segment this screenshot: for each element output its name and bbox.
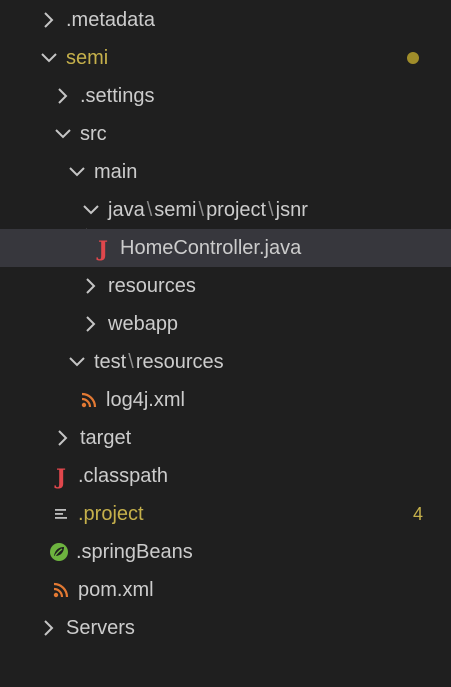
file-explorer-tree: .metadata semi .settings src main java \… [0,0,451,687]
tree-item-java-package[interactable]: java \ semi \ project \ jsnr [0,191,451,229]
path-segment[interactable]: java [108,199,145,221]
tree-item-label: resources [108,275,196,297]
path-separator: \ [268,199,274,221]
chevron-right-icon [80,313,102,335]
chevron-down-icon [38,47,60,69]
path-segment[interactable]: project [206,199,266,221]
tree-item-project[interactable]: .project 4 [0,495,451,533]
tree-item-metadata[interactable]: .metadata [0,1,451,39]
path-segment[interactable]: semi [154,199,196,221]
chevron-right-icon [38,617,60,639]
tree-item-label: .project [78,503,144,525]
tree-item-test-resources[interactable]: test \ resources [0,343,451,381]
tree-item-classpath[interactable]: J .classpath [0,457,451,495]
chevron-down-icon [80,199,102,221]
tree-item-springbeans[interactable]: .springBeans [0,533,451,571]
path-segment[interactable]: test [94,351,126,373]
path-separator: \ [128,351,134,373]
tree-item-resources[interactable]: resources [0,267,451,305]
tree-item-label: main [94,161,138,183]
tree-item-label: webapp [108,313,179,335]
text-lines-icon [50,503,72,525]
tree-item-pom-xml[interactable]: pom.xml [0,571,451,609]
chevron-right-icon [80,275,102,297]
chevron-down-icon [52,123,74,145]
java-file-icon: J [98,235,108,261]
chevron-right-icon [52,85,74,107]
path-separator: \ [146,199,153,221]
tree-item-servers[interactable]: Servers [0,609,451,647]
xml-rss-icon [78,389,100,411]
tree-item-label: test \ resources [94,343,224,381]
tree-item-label: pom.xml [78,579,154,601]
tree-item-src[interactable]: src [0,115,451,153]
chevron-right-icon [38,9,60,31]
xml-rss-icon [50,579,72,601]
path-separator: \ [198,199,205,221]
tree-item-webapp[interactable]: webapp [0,305,451,343]
tree-item-log4j-xml[interactable]: log4j.xml [0,381,451,419]
tree-item-label: .springBeans [76,541,193,563]
java-file-icon: J [56,463,66,489]
chevron-down-icon [66,161,88,183]
tree-item-semi[interactable]: semi [0,39,451,77]
tree-item-label: .metadata [66,9,155,31]
tree-item-label: HomeController.java [120,237,302,259]
tree-item-label: .classpath [78,465,169,487]
path-segment[interactable]: resources [136,351,224,373]
tree-item-label: Servers [66,617,135,639]
modified-dot-icon [407,52,419,64]
tree-item-label: src [80,123,107,145]
chevron-down-icon [66,351,88,373]
tree-item-homecontroller-java[interactable]: J HomeController.java [0,229,451,267]
chevron-right-icon [52,427,74,449]
tree-item-main[interactable]: main [0,153,451,191]
tree-item-label: semi [66,47,109,69]
spring-leaf-icon [48,541,70,563]
tree-item-label: log4j.xml [106,389,185,411]
tree-item-settings[interactable]: .settings [0,77,451,115]
path-segment[interactable]: jsnr [276,199,308,221]
tree-item-label: .settings [80,85,155,107]
tree-item-label: java \ semi \ project \ jsnr [108,191,308,229]
tree-item-label: target [80,427,132,449]
problem-count-badge: 4 [412,504,423,524]
tree-item-target[interactable]: target [0,419,451,457]
